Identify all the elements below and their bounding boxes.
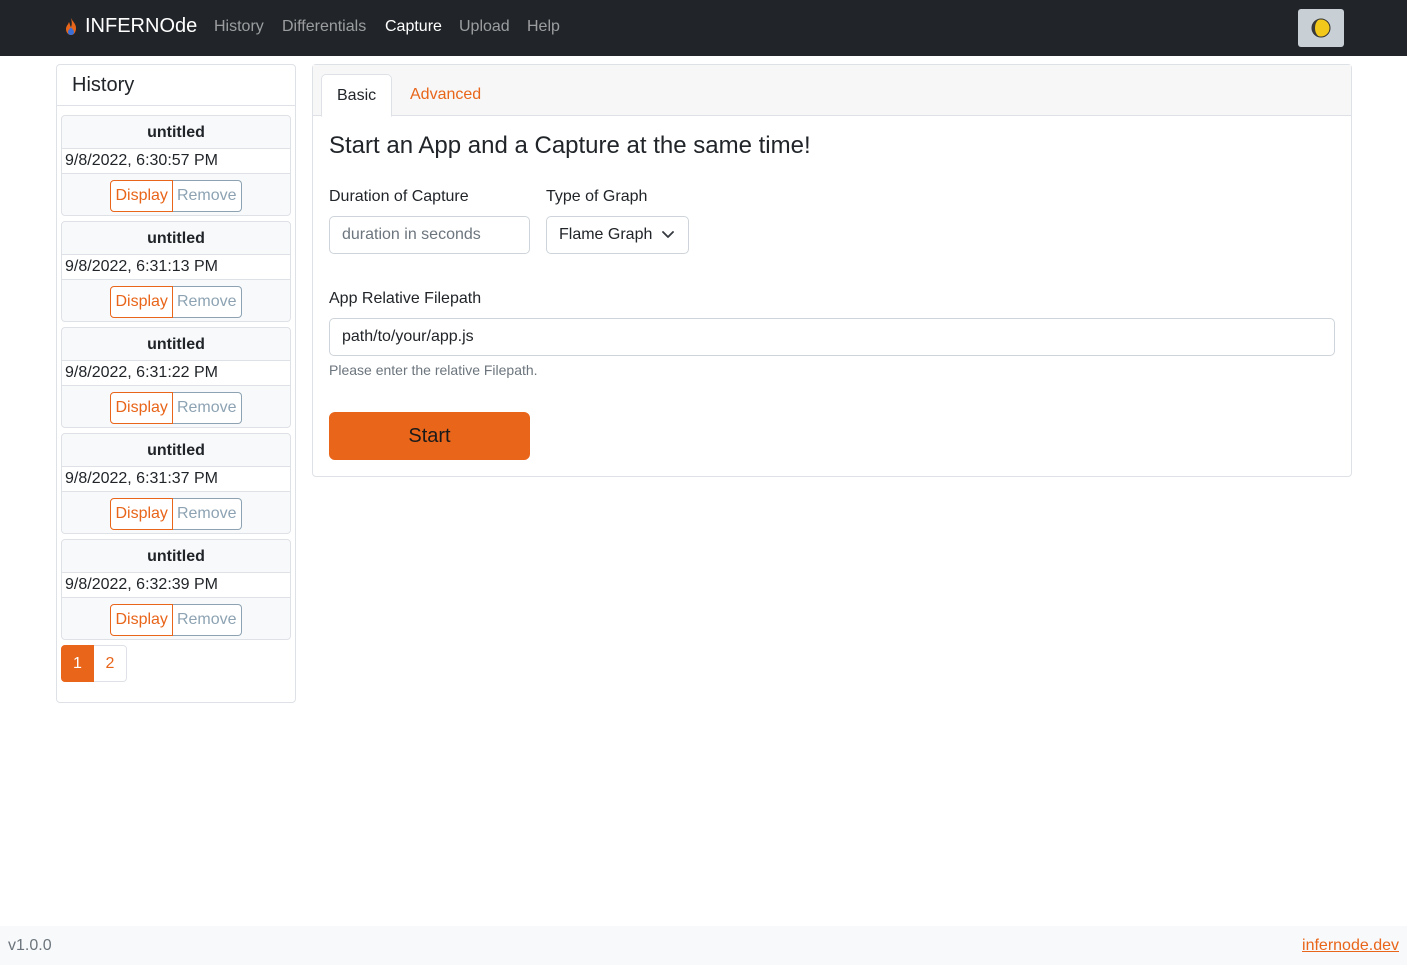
display-button[interactable]: Display [110, 497, 173, 530]
brand-name: INFERNOde [85, 15, 198, 37]
graph-type-select[interactable]: Flame Graph [546, 216, 689, 254]
version-text: v1.0.0 [8, 937, 52, 954]
nav-link-differentials[interactable]: Differentials [282, 18, 366, 36]
history-item-time: 9/8/2022, 6:30:57 PM [62, 149, 290, 174]
history-title: History [57, 65, 295, 106]
remove-button[interactable]: Remove [172, 603, 242, 636]
graph-type-value: Flame Graph [559, 226, 653, 243]
page-2-button[interactable]: 2 [94, 645, 127, 682]
capture-card: Basic Advanced Start an App and a Captur… [312, 64, 1352, 477]
history-item-actions: Display Remove [62, 174, 290, 215]
tab-advanced[interactable]: Advanced [395, 74, 496, 116]
history-item-time: 9/8/2022, 6:31:13 PM [62, 255, 290, 280]
remove-button[interactable]: Remove [172, 391, 242, 424]
display-button[interactable]: Display [110, 285, 173, 318]
nav-link-upload[interactable]: Upload [459, 18, 510, 36]
history-item-time: 9/8/2022, 6:31:22 PM [62, 361, 290, 386]
history-item: untitled 9/8/2022, 6:31:22 PM Display Re… [61, 327, 291, 428]
footer-link[interactable]: infernode.dev [1302, 937, 1399, 955]
history-item-actions: Display Remove [62, 492, 290, 533]
tab-basic[interactable]: Basic [321, 74, 393, 117]
history-item-actions: Display Remove [62, 598, 290, 639]
display-button[interactable]: Display [110, 391, 173, 424]
filepath-help-text: Please enter the relative Filepath. [329, 362, 538, 378]
history-item-actions: Display Remove [62, 280, 290, 321]
history-item-name: untitled [62, 328, 290, 361]
start-button[interactable]: Start [329, 412, 530, 460]
duration-input[interactable] [329, 216, 530, 254]
display-button[interactable]: Display [110, 603, 173, 636]
history-item-time: 9/8/2022, 6:31:37 PM [62, 467, 290, 492]
history-item-name: untitled [62, 434, 290, 467]
remove-button[interactable]: Remove [172, 285, 242, 318]
moon-icon [1311, 18, 1331, 38]
theme-toggle-button[interactable] [1298, 9, 1344, 47]
chevron-down-icon [662, 231, 674, 238]
display-button[interactable]: Display [110, 179, 173, 212]
flame-logo-icon [66, 17, 76, 35]
duration-label: Duration of Capture [329, 188, 469, 205]
history-item: untitled 9/8/2022, 6:31:13 PM Display Re… [61, 221, 291, 322]
history-item: untitled 9/8/2022, 6:32:39 PM Display Re… [61, 539, 291, 640]
history-item-name: untitled [62, 222, 290, 255]
history-item: untitled 9/8/2022, 6:30:57 PM Display Re… [61, 115, 291, 216]
history-item-name: untitled [62, 116, 290, 149]
history-item: untitled 9/8/2022, 6:31:37 PM Display Re… [61, 433, 291, 534]
nav-link-help[interactable]: Help [527, 18, 560, 36]
top-navbar: INFERNOde History Differentials Capture … [0, 0, 1407, 56]
footer: v1.0.0 infernode.dev [0, 926, 1407, 965]
remove-button[interactable]: Remove [172, 179, 242, 212]
filepath-label: App Relative Filepath [329, 290, 482, 307]
capture-title: Start an App and a Capture at the same t… [329, 132, 811, 159]
filepath-input[interactable] [329, 318, 1335, 356]
pagination: 1 2 [61, 645, 127, 682]
history-item-actions: Display Remove [62, 386, 290, 427]
nav-link-capture[interactable]: Capture [385, 18, 442, 36]
history-panel: History untitled 9/8/2022, 6:30:57 PM Di… [56, 64, 296, 703]
graph-type-label: Type of Graph [546, 188, 648, 205]
remove-button[interactable]: Remove [172, 497, 242, 530]
page-1-button[interactable]: 1 [61, 645, 94, 682]
capture-tabs: Basic Advanced [313, 65, 1351, 117]
history-item-name: untitled [62, 540, 290, 573]
history-item-time: 9/8/2022, 6:32:39 PM [62, 573, 290, 598]
nav-link-history[interactable]: History [214, 18, 264, 36]
brand[interactable]: INFERNOde [64, 15, 197, 38]
